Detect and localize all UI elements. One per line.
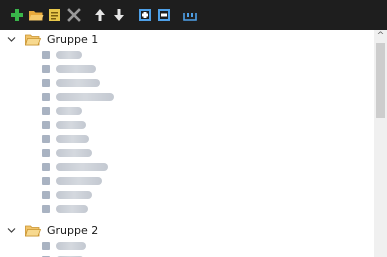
move-up-button[interactable] bbox=[92, 7, 108, 23]
list-item[interactable] bbox=[42, 146, 342, 160]
list-item[interactable] bbox=[42, 253, 342, 257]
list-item[interactable] bbox=[42, 104, 342, 118]
redacted-label bbox=[56, 205, 88, 213]
arrow-down-icon bbox=[114, 9, 124, 21]
item-icon bbox=[42, 205, 50, 213]
scroll-thumb[interactable] bbox=[376, 43, 385, 118]
redacted-label bbox=[56, 135, 89, 143]
open-folder-icon bbox=[25, 225, 41, 237]
tray-icon bbox=[183, 13, 197, 21]
item-icon bbox=[42, 163, 50, 171]
open-folder-icon bbox=[29, 11, 44, 21]
list-item[interactable] bbox=[42, 132, 342, 146]
item-icon bbox=[42, 135, 50, 143]
list-item[interactable] bbox=[42, 48, 342, 62]
item-icon bbox=[42, 51, 50, 59]
chevron-down-icon[interactable] bbox=[7, 35, 16, 44]
open-folder-button[interactable] bbox=[28, 7, 44, 23]
toolbar bbox=[0, 0, 387, 30]
redacted-label bbox=[56, 191, 92, 199]
list-item[interactable] bbox=[42, 160, 342, 174]
list-item[interactable] bbox=[42, 202, 342, 216]
redacted-label bbox=[56, 121, 86, 129]
delete-button[interactable] bbox=[66, 7, 82, 23]
redacted-label bbox=[56, 65, 96, 73]
list-item[interactable] bbox=[42, 188, 342, 202]
redacted-label bbox=[56, 79, 100, 87]
redacted-label bbox=[56, 51, 82, 59]
paste-icon bbox=[158, 9, 170, 21]
list-item[interactable] bbox=[42, 90, 342, 104]
arrow-up-icon bbox=[95, 9, 105, 21]
group-label: Gruppe 1 bbox=[47, 33, 99, 46]
redacted-label bbox=[56, 163, 108, 171]
move-down-button[interactable] bbox=[111, 7, 127, 23]
list-item[interactable] bbox=[42, 76, 342, 90]
redacted-label bbox=[56, 93, 114, 101]
delete-icon bbox=[67, 8, 81, 22]
redacted-label bbox=[56, 242, 86, 250]
vertical-scrollbar[interactable]: ^ bbox=[374, 30, 387, 257]
open-folder-icon bbox=[25, 34, 41, 46]
item-icon bbox=[42, 93, 50, 101]
tree-view[interactable]: Gruppe 1 Gruppe 2 bbox=[0, 30, 374, 257]
item-icon bbox=[42, 177, 50, 185]
list-item[interactable] bbox=[42, 118, 342, 132]
tree-group-2[interactable]: Gruppe 2 bbox=[0, 224, 360, 238]
list-item[interactable] bbox=[42, 62, 342, 76]
list-item[interactable] bbox=[42, 239, 342, 253]
item-icon bbox=[42, 79, 50, 87]
item-icon bbox=[42, 191, 50, 199]
chevron-down-icon[interactable] bbox=[7, 226, 16, 235]
list-item[interactable] bbox=[42, 174, 342, 188]
redacted-label bbox=[56, 149, 92, 157]
tree-window: Gruppe 1 Gruppe 2 ^ bbox=[0, 0, 387, 257]
tree-group-1[interactable]: Gruppe 1 bbox=[0, 33, 360, 47]
paste-button[interactable] bbox=[156, 7, 172, 23]
redacted-label bbox=[56, 177, 102, 185]
item-icon bbox=[42, 107, 50, 115]
scroll-up-button[interactable]: ^ bbox=[374, 30, 387, 43]
item-icon bbox=[42, 149, 50, 157]
copy-icon bbox=[139, 9, 151, 21]
add-button[interactable] bbox=[9, 7, 25, 23]
edit-list-icon bbox=[49, 9, 60, 21]
copy-button[interactable] bbox=[137, 7, 153, 23]
tray-button[interactable] bbox=[182, 7, 198, 23]
edit-list-button[interactable] bbox=[47, 7, 63, 23]
item-icon bbox=[42, 121, 50, 129]
group-label: Gruppe 2 bbox=[47, 224, 99, 237]
redacted-label bbox=[56, 107, 82, 115]
item-icon bbox=[42, 65, 50, 73]
item-icon bbox=[42, 242, 50, 250]
add-icon bbox=[11, 9, 23, 21]
